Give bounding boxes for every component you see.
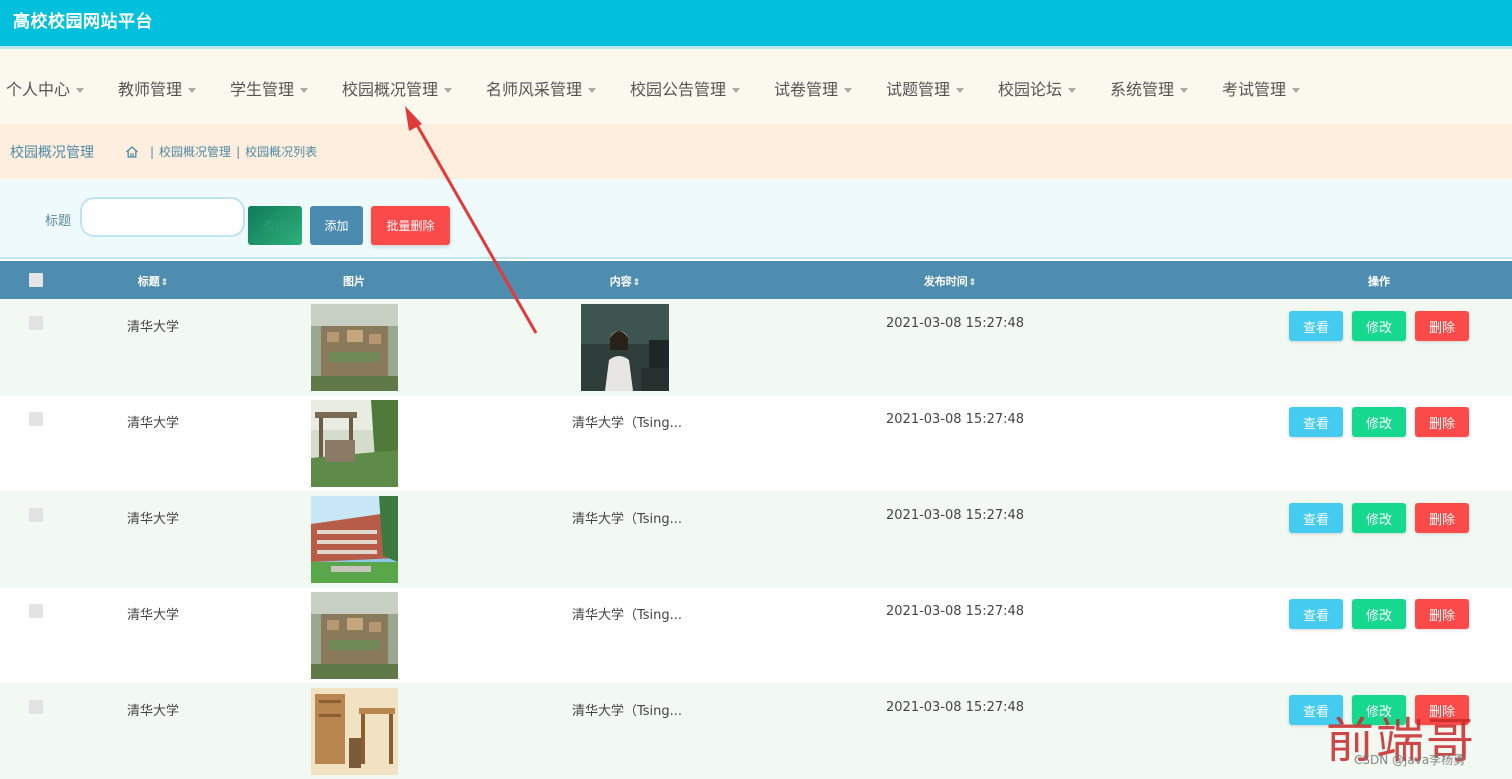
column-header-time[interactable]: 发布时间⇕ [924, 273, 977, 289]
table-row: 清华大学 清华大学（Tsing... 2021-03-08 15:27:48 查… [0, 491, 1512, 587]
view-button[interactable]: 查看 [1289, 407, 1343, 437]
edit-button[interactable]: 修改 [1352, 407, 1406, 437]
nav-item-system[interactable]: 系统管理 [1110, 76, 1189, 100]
page-title: 校园概况管理 [10, 145, 94, 161]
column-header-actions: 操作 [1368, 275, 1390, 288]
chevron-down-icon [76, 88, 85, 93]
column-header-title[interactable]: 标题⇕ [138, 273, 169, 289]
row-checkbox[interactable] [29, 412, 43, 426]
chevron-down-icon [1068, 88, 1077, 93]
chevron-down-icon [444, 88, 453, 93]
row-checkbox[interactable] [29, 316, 43, 330]
sort-icon: ⇕ [160, 278, 169, 288]
campus-image [311, 304, 398, 391]
cell-title: 清华大学 [127, 512, 180, 527]
breadcrumb-bar: 校园概况管理 | 校园概况管理 | 校园概况列表 [0, 124, 1512, 179]
cell-time: 2021-03-08 15:27:48 [886, 508, 1025, 523]
breadcrumb-separator: | [236, 144, 241, 159]
nav-item-exam[interactable]: 考试管理 [1222, 76, 1301, 100]
chevron-down-icon [1292, 88, 1301, 93]
nav-item-teacher[interactable]: 教师管理 [118, 76, 197, 100]
chevron-down-icon [956, 88, 965, 93]
campus-image [311, 496, 398, 583]
nav-item-forum[interactable]: 校园论坛 [998, 76, 1077, 100]
chevron-down-icon [188, 88, 197, 93]
cell-content: 清华大学（Tsing... [572, 416, 683, 431]
row-checkbox[interactable] [29, 700, 43, 714]
query-button[interactable]: 查询 [248, 206, 302, 245]
sort-icon: ⇕ [968, 278, 977, 288]
batch-delete-button[interactable]: 批量删除 [371, 206, 450, 245]
cell-time: 2021-03-08 15:27:48 [886, 700, 1025, 715]
view-button[interactable]: 查看 [1289, 503, 1343, 533]
table-row: 清华大学 清华大学（Tsing... 2021-03-08 15:27:48 查… [0, 587, 1512, 683]
cell-time: 2021-03-08 15:27:48 [886, 412, 1025, 427]
column-header-content[interactable]: 内容⇕ [610, 273, 641, 289]
search-bar: 标题 查询 添加 批量删除 [0, 179, 1512, 259]
campus-image [311, 688, 398, 775]
nav-item-famous-teacher[interactable]: 名师风采管理 [486, 76, 597, 100]
nav-item-question[interactable]: 试题管理 [886, 76, 965, 100]
chevron-down-icon [844, 88, 853, 93]
column-header-image: 图片 [343, 275, 365, 288]
chevron-down-icon [732, 88, 741, 93]
watermark-credit: CSDN @java李杨勇 [1354, 753, 1466, 767]
cell-title: 清华大学 [127, 416, 180, 431]
breadcrumb: | 校园概况管理 | 校园概况列表 [125, 143, 317, 160]
home-icon[interactable] [125, 145, 139, 159]
nav-item-personal-center[interactable]: 个人中心 [6, 76, 85, 100]
table-row: 清华大学 清华大学（Tsing... 2021-03-08 15:27:48 查… [0, 395, 1512, 491]
cell-title: 清华大学 [127, 320, 180, 335]
campus-image [311, 592, 398, 679]
cell-content: 清华大学（Tsing... [572, 608, 683, 623]
campus-image [311, 400, 398, 487]
search-label: 标题 [45, 214, 72, 229]
delete-button[interactable]: 删除 [1415, 407, 1469, 437]
breadcrumb-link-overview[interactable]: 校园概况管理 [159, 143, 231, 160]
title-search-input[interactable] [80, 197, 245, 237]
nav-item-student[interactable]: 学生管理 [230, 76, 309, 100]
edit-button[interactable]: 修改 [1352, 311, 1406, 341]
delete-button[interactable]: 删除 [1415, 599, 1469, 629]
view-button[interactable]: 查看 [1289, 311, 1343, 341]
nav-item-paper[interactable]: 试卷管理 [774, 76, 853, 100]
app-header: 高校校园网站平台 [0, 0, 1512, 46]
row-checkbox[interactable] [29, 508, 43, 522]
app-title: 高校校园网站平台 [13, 12, 153, 32]
content-image [581, 304, 669, 391]
delete-button[interactable]: 删除 [1415, 503, 1469, 533]
sort-icon: ⇕ [632, 278, 641, 288]
cell-time: 2021-03-08 15:27:48 [886, 604, 1025, 619]
view-button[interactable]: 查看 [1289, 599, 1343, 629]
main-nav: 个人中心 教师管理 学生管理 校园概况管理 名师风采管理 校园公告管理 试卷管理… [0, 46, 1512, 124]
breadcrumb-current: 校园概况列表 [245, 145, 318, 159]
cell-time: 2021-03-08 15:27:48 [886, 316, 1025, 331]
cell-content: 清华大学（Tsing... [572, 704, 683, 719]
cell-content: 清华大学（Tsing... [572, 512, 683, 527]
row-checkbox[interactable] [29, 604, 43, 618]
breadcrumb-separator: | [150, 144, 155, 159]
nav-item-campus-overview[interactable]: 校园概况管理 [342, 76, 453, 100]
select-all-checkbox[interactable] [29, 273, 43, 287]
table-header: 标题⇕ 图片 内容⇕ 发布时间⇕ 操作 [0, 261, 1512, 299]
chevron-down-icon [300, 88, 309, 93]
chevron-down-icon [588, 88, 597, 93]
delete-button[interactable]: 删除 [1415, 311, 1469, 341]
add-button[interactable]: 添加 [310, 206, 363, 245]
edit-button[interactable]: 修改 [1352, 503, 1406, 533]
table-row: 清华大学 清华大学（Tsing... 2021-03-08 15:27:48 查… [0, 683, 1512, 779]
chevron-down-icon [1180, 88, 1189, 93]
edit-button[interactable]: 修改 [1352, 599, 1406, 629]
cell-title: 清华大学 [127, 704, 180, 719]
cell-title: 清华大学 [127, 608, 180, 623]
table-row: 清华大学 2021-03-08 15:27:48 查看 修改 删除 [0, 299, 1512, 395]
nav-item-campus-notice[interactable]: 校园公告管理 [630, 76, 741, 100]
